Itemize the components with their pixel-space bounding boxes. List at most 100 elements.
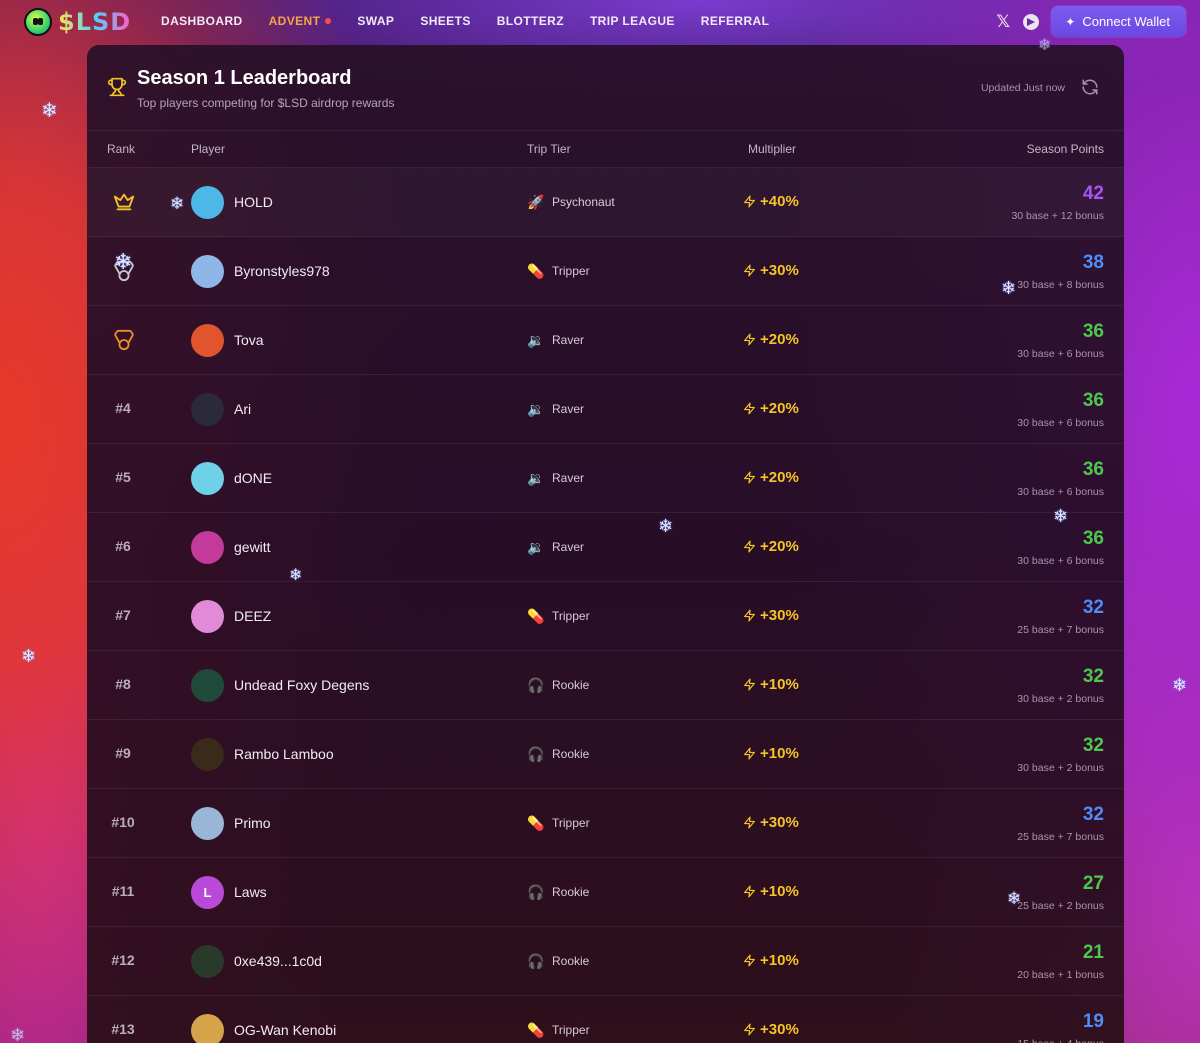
snowflake-icon: ❄ — [170, 194, 185, 213]
table-row[interactable]: HOLD 🚀 Psychonaut +40% 42 30 base + 12 bonus — [87, 168, 1124, 237]
nav-sheets[interactable]: SHEETS — [420, 14, 470, 28]
player-name[interactable]: OG-Wan Kenobi — [234, 1022, 336, 1038]
avatar[interactable] — [191, 738, 224, 771]
leaderboard-card: Season 1 Leaderboard Top players competi… — [87, 45, 1124, 1043]
avatar[interactable] — [191, 600, 224, 633]
nav-advent[interactable]: ADVENT — [269, 14, 332, 28]
trip-tier: Raver — [552, 402, 585, 416]
player-name[interactable]: gewitt — [234, 539, 271, 555]
avatar[interactable] — [191, 462, 224, 495]
table-row[interactable]: #6 gewitt 🔉 Raver +20% 36 30 base + 6 bonus — [87, 513, 1124, 582]
player-name[interactable]: Laws — [234, 884, 267, 900]
nav-swap[interactable]: SWAP — [357, 14, 394, 28]
snowflake-icon: ❄ — [658, 516, 674, 536]
table-row[interactable]: Tova 🔉 Raver +20% 36 30 base + 6 bonus — [87, 306, 1124, 375]
page-title: Season 1 Leaderboard — [137, 67, 352, 89]
nav-referral[interactable]: REFERRAL — [701, 14, 770, 28]
speaker-icon: 🔉 — [527, 470, 545, 486]
trip-tier: Tripper — [552, 816, 590, 830]
table-header: Rank Player Trip Tier Multiplier Season … — [87, 131, 1124, 168]
multiplier: +30% — [743, 262, 799, 279]
trip-tier: Rookie — [552, 747, 590, 761]
lightning-icon — [744, 471, 755, 484]
table-row[interactable]: #12 0xe439...1c0d 🎧 Rookie +10% 21 20 base + 1… — [87, 927, 1124, 996]
player-name[interactable]: Ari — [234, 401, 251, 417]
avatar[interactable] — [191, 255, 224, 288]
player-name[interactable]: Undead Foxy Degens — [234, 677, 369, 693]
snowflake-icon: ❄ — [1007, 889, 1022, 908]
snowflake-icon: ❄ — [1001, 278, 1017, 298]
table-row[interactable]: #4 Ari 🔉 Raver +20% 36 30 base + 6 bonus — [87, 375, 1124, 444]
table-row[interactable]: #8 Undead Foxy Degens 🎧 Rookie +10% 32 30 base… — [87, 651, 1124, 720]
nav-dashboard[interactable]: DASHBOARD — [161, 14, 243, 28]
multiplier: +10% — [743, 745, 799, 762]
points-breakdown: 30 base + 8 bonus — [1017, 279, 1104, 291]
season-points: 42 — [1082, 183, 1104, 204]
player-name[interactable]: dONE — [234, 470, 272, 486]
trophy-icon — [107, 77, 127, 97]
season-points: 32 — [1082, 804, 1104, 825]
avatar[interactable] — [191, 186, 224, 219]
avatar[interactable] — [191, 669, 224, 702]
bronze-medal-icon — [113, 329, 135, 351]
table-row[interactable]: #13 OG-Wan Kenobi 💊 Tripper +30% 19 15 base + … — [87, 996, 1124, 1043]
multiplier-value: +10% — [760, 952, 799, 969]
avatar[interactable]: L — [191, 876, 224, 909]
player-name[interactable]: 0xe439...1c0d — [234, 953, 322, 969]
x-twitter-icon[interactable]: 𝕏 — [995, 13, 1011, 30]
col-points[interactable]: Season Points — [1027, 142, 1104, 156]
avatar[interactable] — [191, 945, 224, 978]
avatar[interactable] — [191, 1014, 224, 1043]
logo[interactable]: $LSD — [24, 8, 131, 36]
multiplier: +10% — [743, 883, 799, 900]
avatar[interactable] — [191, 807, 224, 840]
avatar[interactable] — [191, 393, 224, 426]
season-points: 27 — [1082, 873, 1104, 894]
rank-number: #7 — [115, 607, 131, 623]
col-multiplier[interactable]: Multiplier — [748, 142, 796, 156]
nav-advent-label: ADVENT — [268, 14, 321, 28]
multiplier-value: +40% — [760, 193, 799, 210]
multiplier: +20% — [743, 469, 799, 486]
nav-blotterz[interactable]: BLOTTERZ — [497, 14, 564, 28]
multiplier-value: +30% — [760, 607, 799, 624]
player-name[interactable]: Tova — [234, 332, 264, 348]
lightning-icon — [744, 678, 755, 691]
snowflake-icon: ❄ — [10, 1025, 26, 1043]
refresh-icon[interactable] — [1081, 78, 1099, 96]
col-player[interactable]: Player — [191, 142, 225, 156]
points-breakdown: 25 base + 7 bonus — [1017, 624, 1104, 636]
table-row[interactable]: Byronstyles978 💊 Tripper +30% 38 30 base + 8 … — [87, 237, 1124, 306]
nav-right: 𝕏 ✦ Connect Wallet — [995, 6, 1186, 37]
lightning-icon — [744, 195, 755, 208]
multiplier-value: +10% — [760, 745, 799, 762]
leaderboard-table-body: HOLD 🚀 Psychonaut +40% 42 30 base + 12 bonus B… — [87, 168, 1124, 1043]
season-points: 32 — [1082, 597, 1104, 618]
rank-number: #5 — [115, 469, 131, 485]
col-tier[interactable]: Trip Tier — [527, 142, 571, 156]
player-name[interactable]: DEEZ — [234, 608, 271, 624]
player-name[interactable]: HOLD — [234, 194, 273, 210]
connect-wallet-button[interactable]: ✦ Connect Wallet — [1051, 6, 1186, 37]
multiplier: +30% — [743, 1021, 799, 1038]
table-row[interactable]: #7 DEEZ 💊 Tripper +30% 32 25 base + 7 bonus — [87, 582, 1124, 651]
player-name[interactable]: Byronstyles978 — [234, 263, 330, 279]
telegram-icon[interactable] — [1023, 13, 1040, 30]
snowflake-icon: ❄ — [289, 567, 303, 584]
trip-tier: Tripper — [552, 1023, 590, 1037]
player-name[interactable]: Primo — [234, 815, 271, 831]
rank-number: #6 — [115, 538, 131, 554]
lightning-icon — [744, 1023, 755, 1036]
pill-icon: 💊 — [527, 815, 545, 831]
avatar[interactable] — [191, 324, 224, 357]
table-row[interactable]: #10 Primo 💊 Tripper +30% 32 25 base + 7 bonus — [87, 789, 1124, 858]
page-subtitle: Top players competing for $LSD airdrop r… — [137, 96, 395, 110]
table-row[interactable]: #11 L Laws 🎧 Rookie +10% 27 25 base + 2 bonus — [87, 858, 1124, 927]
nav-trip-league[interactable]: TRIP LEAGUE — [590, 14, 675, 28]
col-rank[interactable]: Rank — [107, 142, 135, 156]
table-row[interactable]: #9 Rambo Lamboo 🎧 Rookie +10% 32 30 base + 2 b… — [87, 720, 1124, 789]
player-name[interactable]: Rambo Lamboo — [234, 746, 334, 762]
season-points: 36 — [1082, 528, 1104, 549]
avatar[interactable] — [191, 531, 224, 564]
table-row[interactable]: #5 dONE 🔉 Raver +20% 36 30 base + 6 bonus — [87, 444, 1124, 513]
